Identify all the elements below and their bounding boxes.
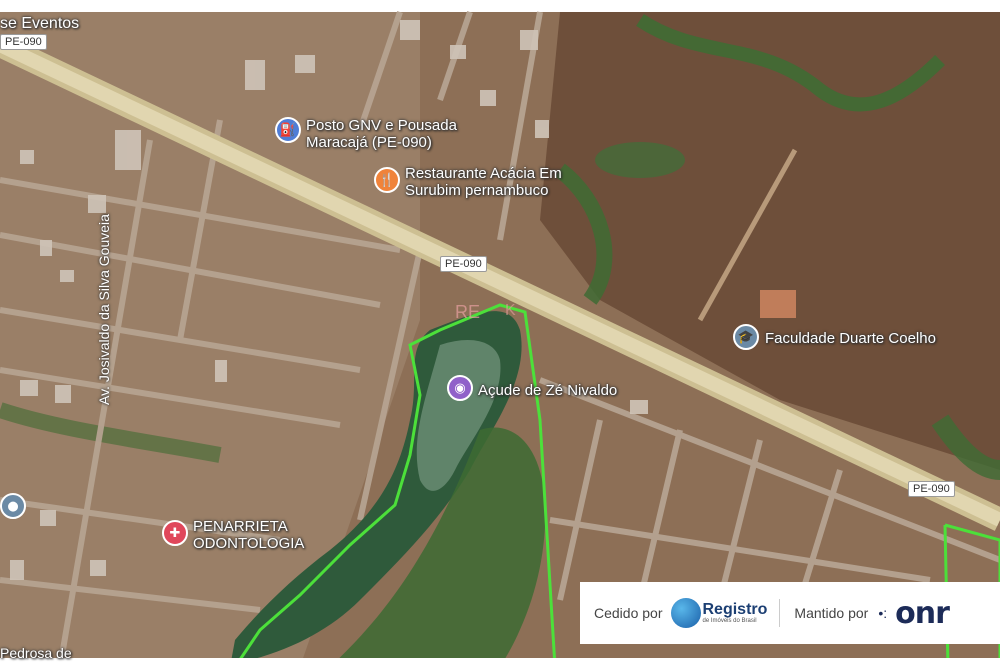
medical-cross-icon[interactable]: ✚ [162,520,188,546]
registro-subtitle: de Imóveis do Brasil [702,618,757,624]
onr-dots-icon: •: [878,605,888,621]
svg-text:K: K [505,302,516,319]
satellite-map[interactable]: RE K PE-090 PE-090 PE-090 se Eventos ⛽ P… [0,0,1000,669]
ceded-by-label: Cedido por [594,605,663,621]
label-avenida-josivaldo: Av. Josivaldo da Silva Gouveia [96,214,112,405]
road-shield-pe090-center: PE-090 [440,256,487,272]
label-restaurante-acacia[interactable]: Restaurante Acácia Em Surubim pernambuco [405,165,562,199]
gas-station-icon[interactable]: ⛽ [275,117,301,143]
attribution-footer: Cedido por Registro de Imóveis do Brasil… [580,582,1000,644]
label-penarrieta-odontologia[interactable]: PENARRIETA ODONTOLOGIA [193,518,304,552]
camera-icon[interactable]: ◉ [447,375,473,401]
location-pin-icon[interactable]: ● [0,493,26,519]
registro-name: Registro [702,601,768,618]
road-shield-pe090-top: PE-090 [0,34,47,50]
label-posto-gnv[interactable]: Posto GNV e Pousada Maracajá (PE-090) [306,117,457,151]
maintained-by-label: Mantido por [794,605,869,621]
graduation-cap-icon[interactable]: 🎓 [733,324,759,350]
svg-text:RE: RE [455,302,480,322]
fork-knife-icon[interactable]: 🍴 [374,167,400,193]
registro-globe-icon [670,598,701,628]
label-eventos[interactable]: se Eventos [0,15,79,32]
label-faculdade-duarte-coelho[interactable]: Faculdade Duarte Coelho [765,330,936,347]
footer-divider [779,599,781,627]
label-acude-ze-nivaldo[interactable]: Açude de Zé Nivaldo [478,382,617,399]
road-shield-pe090-right: PE-090 [908,481,955,497]
registro-logo: Registro de Imóveis do Brasil [670,598,768,628]
onr-logo: onr [895,595,950,631]
label-pedrosa: Pedrosa de [0,645,72,661]
